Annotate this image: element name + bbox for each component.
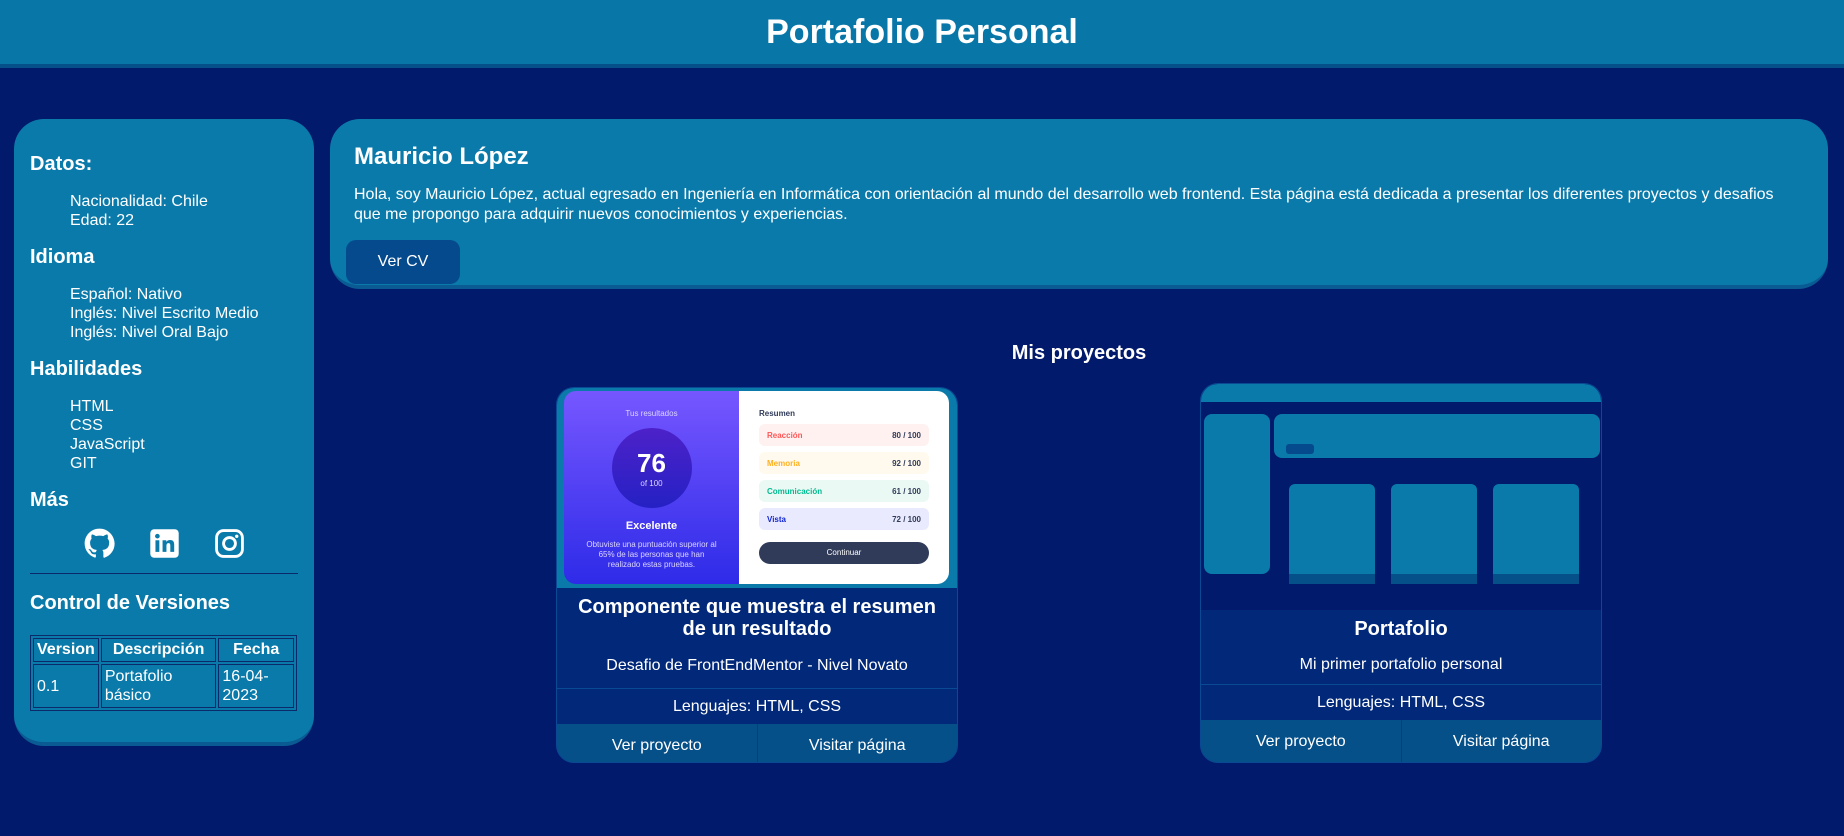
cv-button[interactable]: Ver CV [346,240,460,284]
list-item: Inglés: Nivel Escrito Medio [70,305,259,322]
preview-continue-button: Continuar [759,542,929,564]
preview-label: Tus resultados [625,409,678,418]
list-item: Español: Nativo [70,286,183,303]
project-description: Desafio de FrontEndMentor - Nivel Novato [606,657,908,674]
table-header: Descripción [100,638,217,662]
github-icon[interactable] [84,528,115,559]
table-header: Fecha [218,638,294,662]
table-cell: Portafolio básico [100,664,217,708]
author-bio: Hola, soy Mauricio López, actual egresad… [354,186,1774,223]
project-preview: Tus resultados 76 of 100 Excelente Obtuv… [557,388,957,588]
project-languages: Lenguajes: HTML, CSS [1201,684,1601,720]
table-cell: 16-04-2023 [218,664,294,708]
project-languages: Lenguajes: HTML, CSS [557,688,957,724]
versiones-title: Control de Versiones [30,592,231,614]
table-row: 0.1 Portafolio básico 16-04-2023 [33,664,294,708]
view-project-button[interactable]: Ver proyecto [557,724,758,762]
linkedin-icon[interactable] [149,528,180,559]
list-item: Edad: 22 [70,212,135,229]
idioma-title: Idioma [30,246,95,268]
mas-title: Más [30,489,69,511]
preview-row-comunicacion: Comunicación 61 / 100 [759,480,929,502]
list-item: Inglés: Nivel Oral Bajo [70,324,229,341]
project-title: Componente que muestra el resumen de un … [578,596,936,640]
project-preview [1201,384,1601,610]
preview-text: Obtuviste una puntuación superior al 65%… [586,540,717,569]
project-description: Mi primer portafolio personal [1299,656,1503,673]
datos-title: Datos: [30,153,93,175]
preview-row-label: Reacción [767,430,803,440]
habilidades-title: Habilidades [30,358,143,380]
preview-row-vista: Vista 72 / 100 [759,508,929,530]
preview-row-memoria: Memoria 92 / 100 [759,452,929,474]
visit-page-button[interactable]: Visitar página [1401,720,1601,762]
preview-row-value: 92 / 100 [892,458,921,468]
project-actions: Ver proyecto Visitar página [1201,720,1601,762]
list-item: GIT [70,455,97,472]
table-cell: 0.1 [33,664,99,708]
preview-row-value: 72 / 100 [892,514,921,524]
project-title: Portafolio [1354,618,1448,640]
list-item: HTML [70,398,114,415]
project-card: Tus resultados 76 of 100 Excelente Obtuv… [556,387,958,763]
visit-page-button[interactable]: Visitar página [757,724,957,762]
page-header: Portafolio Personal [0,0,1844,68]
sidebar: Datos: Nacionalidad: Chile Edad: 22 Idio… [14,119,314,746]
preview-row-reaccion: Reacción 80 / 100 [759,424,929,446]
social-links [30,528,298,559]
preview-row-label: Comunicación [767,486,823,496]
portfolio-screenshot-thumbnail [1201,384,1601,610]
view-project-button[interactable]: Ver proyecto [1201,720,1402,762]
preview-score-of: of 100 [640,479,663,488]
preview-score-circle: 76 of 100 [611,428,692,508]
preview-row-value: 80 / 100 [892,430,921,440]
author-name: Mauricio López [354,143,529,170]
preview-row-label: Vista [767,514,786,524]
idioma-list: Español: Nativo Inglés: Nivel Escrito Me… [30,285,298,342]
list-item: Nacionalidad: Chile [70,193,208,210]
list-item: CSS [70,417,103,434]
datos-list: Nacionalidad: Chile Edad: 22 [30,192,298,230]
about-section: Mauricio López Hola, soy Mauricio López,… [330,119,1828,289]
preview-row-label: Memoria [767,458,800,468]
preview-grade: Excelente [625,520,678,532]
preview-summary-title: Resumen [759,409,796,418]
projects-title: Mis proyectos [1011,342,1147,364]
preview-row-value: 61 / 100 [892,486,921,496]
preview-summary-panel: Resumen Reacción 80 / 100 Memoria 92 / 1… [739,391,949,584]
preview-score: 76 [637,448,666,478]
page-title: Portafolio Personal [766,12,1078,51]
divider [30,573,298,574]
versions-table: Version Descripción Fecha 0.1 Portafolio… [30,635,297,711]
list-item: JavaScript [70,436,145,453]
table-header: Version [33,638,99,662]
preview-results-panel: Tus resultados 76 of 100 Excelente Obtuv… [564,391,739,584]
habilidades-list: HTML CSS JavaScript GIT [30,397,298,473]
project-card: Portafolio Mi primer portafolio personal… [1200,383,1602,763]
project-actions: Ver proyecto Visitar página [557,724,957,762]
instagram-icon[interactable] [214,528,245,559]
